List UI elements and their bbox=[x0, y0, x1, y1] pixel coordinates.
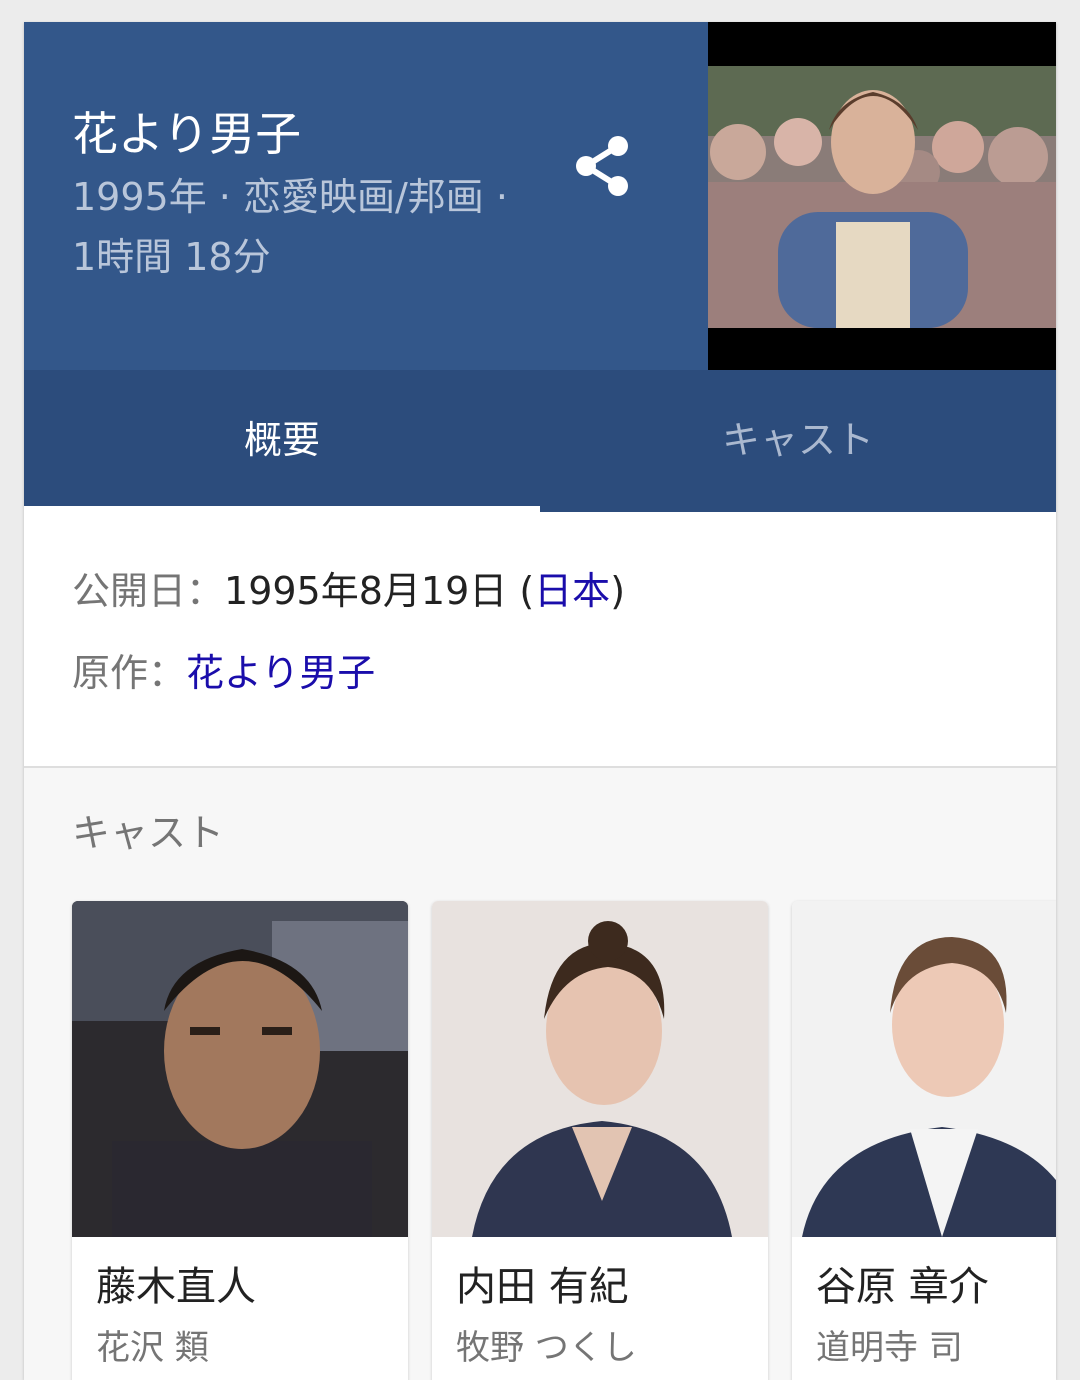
cast-name: 谷原 章介 bbox=[816, 1264, 989, 1310]
cast-name: 藤木直人 bbox=[96, 1264, 256, 1310]
release-date-value: 1995年8月19日 ( bbox=[224, 569, 535, 613]
movie-header: 花より男子 1995年 · 恋愛映画/邦画 · 1時間 18分 bbox=[24, 22, 1056, 370]
cast-card[interactable]: 藤木直人 花沢 類 bbox=[72, 901, 408, 1380]
release-date-row: 公開日：1995年8月19日 (日本) bbox=[72, 566, 625, 616]
tab-bar: 概要 キャスト bbox=[24, 370, 1056, 512]
cast-heading: キャスト bbox=[72, 811, 225, 855]
cast-photo bbox=[72, 901, 408, 1237]
page: 花より男子 1995年 · 恋愛映画/邦画 · 1時間 18分 概要 キャスト … bbox=[0, 0, 1080, 1380]
cast-name: 内田 有紀 bbox=[456, 1264, 629, 1310]
movie-meta: 1995年 · 恋愛映画/邦画 · 1時間 18分 bbox=[72, 167, 542, 287]
share-icon[interactable] bbox=[572, 134, 632, 198]
cast-role: 道明寺 司 bbox=[816, 1328, 963, 1368]
cast-card[interactable]: 谷原 章介 道明寺 司 bbox=[792, 901, 1056, 1380]
movie-thumbnail[interactable] bbox=[708, 22, 1056, 370]
cast-photo bbox=[792, 901, 1056, 1237]
release-country-link[interactable]: 日本 bbox=[534, 569, 610, 613]
movie-info: 公開日：1995年8月19日 (日本) 原作：花より男子 bbox=[24, 512, 1056, 768]
movie-title: 花より男子 bbox=[72, 107, 302, 161]
original-work-label: 原作： bbox=[72, 651, 187, 695]
movie-meta-line2: 1時間 18分 bbox=[72, 235, 271, 279]
release-date-label: 公開日： bbox=[72, 569, 225, 613]
release-date-suffix: ) bbox=[610, 569, 626, 613]
cast-role: 花沢 類 bbox=[96, 1328, 209, 1368]
original-work-row: 原作：花より男子 bbox=[72, 648, 375, 698]
original-work-link[interactable]: 花より男子 bbox=[186, 651, 375, 695]
movie-meta-line1: 1995年 · 恋愛映画/邦画 · bbox=[72, 175, 508, 219]
tab-overview[interactable]: 概要 bbox=[24, 370, 540, 512]
knowledge-panel-card: 花より男子 1995年 · 恋愛映画/邦画 · 1時間 18分 概要 キャスト … bbox=[24, 22, 1056, 1380]
tab-cast[interactable]: キャスト bbox=[540, 370, 1056, 512]
cast-role: 牧野 つくし bbox=[456, 1328, 637, 1368]
cast-photo bbox=[432, 901, 768, 1237]
cast-card[interactable]: 内田 有紀 牧野 つくし bbox=[432, 901, 768, 1380]
